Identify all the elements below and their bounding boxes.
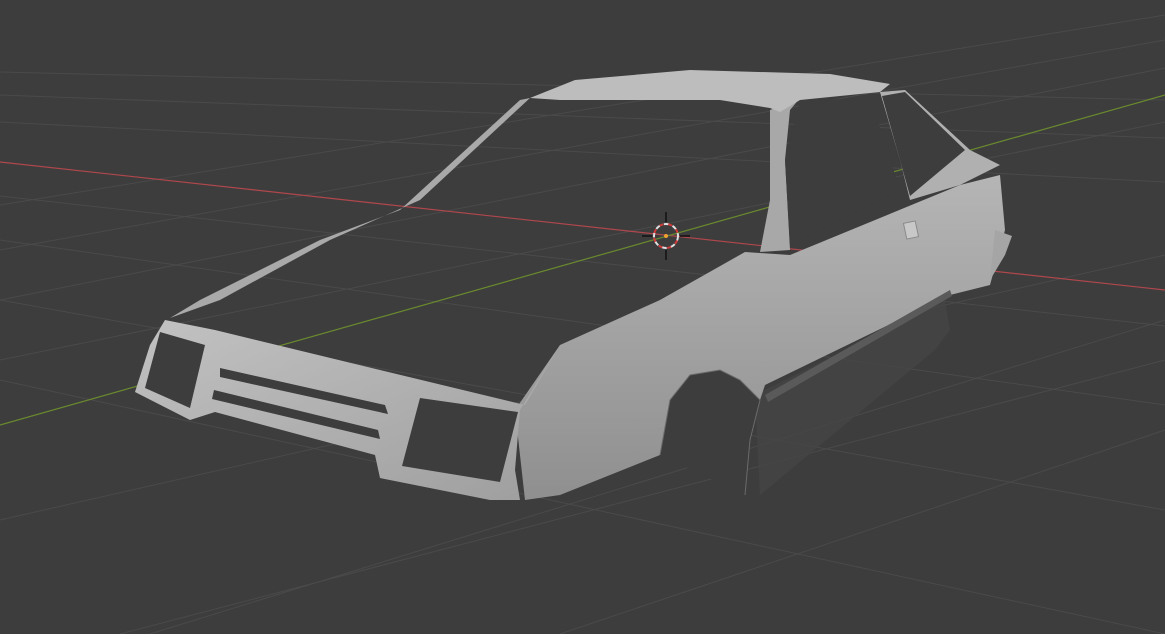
3d-viewport[interactable] bbox=[0, 0, 1165, 634]
viewport-canvas[interactable] bbox=[0, 0, 1165, 634]
car-door-handle bbox=[902, 220, 920, 240]
